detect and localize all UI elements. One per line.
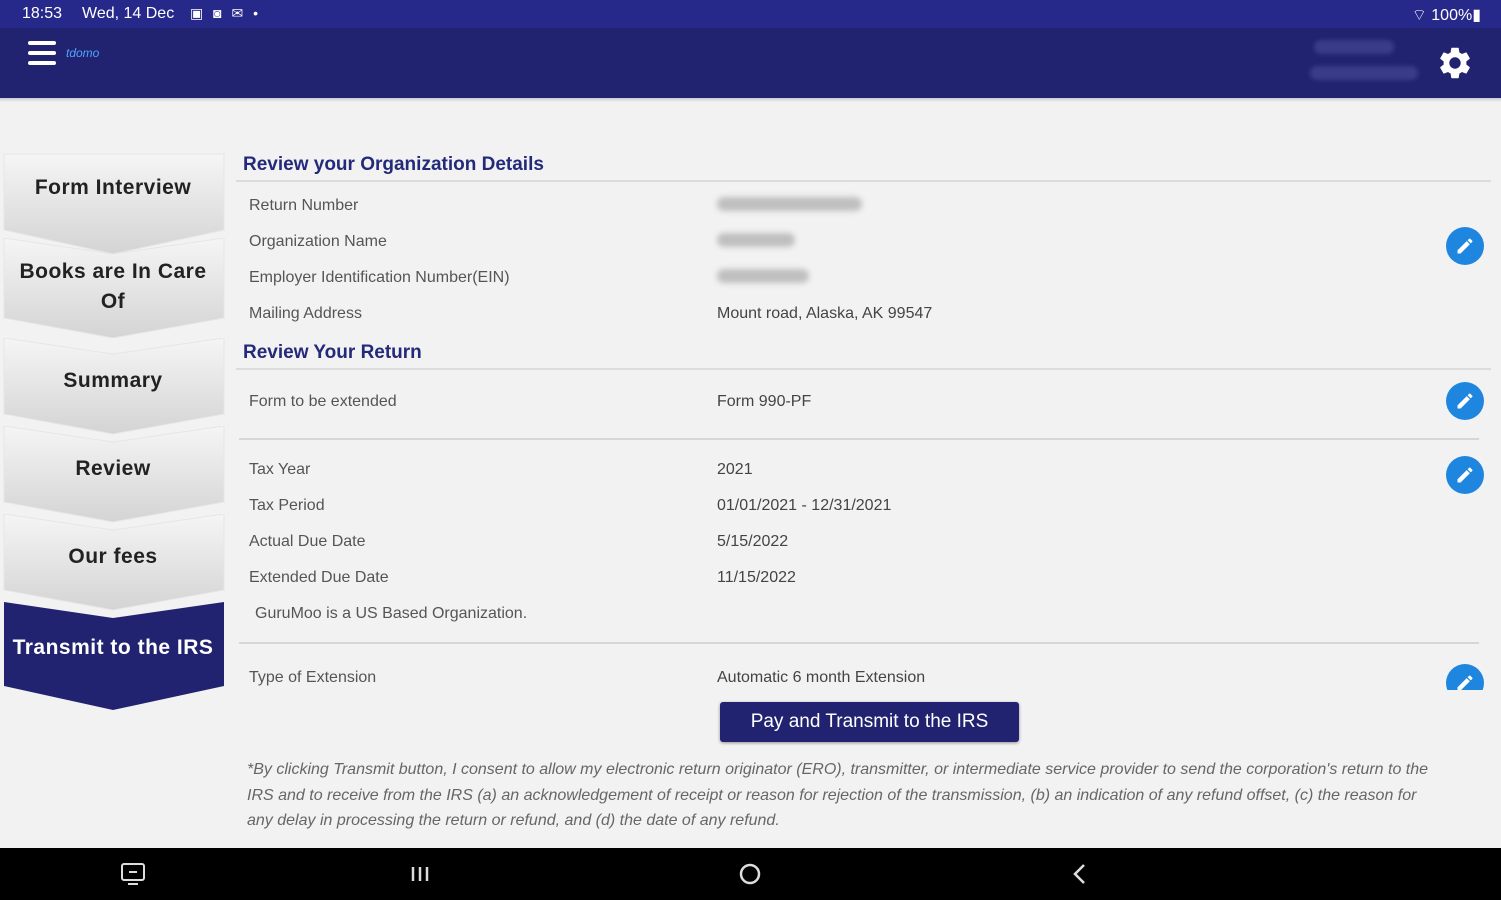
step-label: Review: [75, 457, 151, 480]
app-bar: tdomo: [0, 28, 1501, 98]
row-value: Form 990-PF: [717, 393, 812, 410]
home-icon[interactable]: [735, 860, 765, 888]
return-number-value-redacted: [717, 197, 862, 216]
row-actual-due-date: Actual Due Date 5/15/2022: [236, 524, 1491, 560]
header-shadow: [0, 98, 1501, 102]
recent-apps-icon[interactable]: [405, 860, 435, 888]
row-label: Tax Year: [249, 461, 311, 478]
org-row-ein: Employer Identification Number(EIN): [236, 260, 1491, 296]
step-transmit-to-irs[interactable]: Transmit to the IRS: [0, 602, 226, 710]
wizard-sidebar: Form Interview Books are In Care Of Summ…: [0, 150, 226, 710]
status-time: 18:53: [22, 5, 63, 22]
step-form-interview[interactable]: Form Interview: [0, 150, 226, 254]
row-label: Return Number: [249, 197, 359, 214]
row-label: Mailing Address: [249, 305, 362, 322]
row-type-of-extension: Type of Extension Automatic 6 month Exte…: [236, 660, 1491, 690]
edit-org-details-button[interactable]: [1446, 227, 1484, 265]
row-label: Type of Extension: [249, 669, 377, 686]
row-tax-period: Tax Period 01/01/2021 - 12/31/2021: [236, 488, 1491, 524]
step-review[interactable]: Review: [0, 426, 226, 523]
row-form-to-be-extended: Form to be extended Form 990-PF: [236, 384, 1491, 420]
step-label: Our fees: [68, 545, 158, 568]
step-summary[interactable]: Summary: [0, 338, 226, 435]
review-panel: Review your Organization Details Return …: [236, 150, 1491, 690]
row-extended-due-date: Extended Due Date 11/15/2022: [236, 560, 1491, 596]
pay-and-transmit-button[interactable]: Pay and Transmit to the IRS: [720, 702, 1019, 742]
step-label: Books are In Care Of: [19, 260, 207, 313]
organization-note: GuruMoo is a US Based Organization.: [236, 596, 1491, 632]
step-books-in-care-of[interactable]: Books are In Care Of: [0, 238, 226, 338]
notification-icons: ▣ ◙ ✉ •: [190, 5, 261, 21]
row-label: Tax Period: [249, 497, 325, 514]
step-label: Summary: [63, 369, 163, 392]
org-details-block: Return Number Organization Name Employer…: [236, 182, 1491, 338]
row-value: Mount road, Alaska, AK 99547: [717, 305, 933, 322]
hamburger-menu-icon[interactable]: [28, 41, 56, 69]
org-row-mailing-address: Mailing Address Mount road, Alaska, AK 9…: [236, 296, 1491, 332]
step-label: Transmit to the IRS: [12, 636, 214, 659]
app-logo: tdomo: [66, 46, 100, 60]
gear-icon[interactable]: [1436, 44, 1474, 82]
org-details-title: Review your Organization Details: [236, 150, 1491, 182]
org-row-return-number: Return Number: [236, 188, 1491, 224]
row-label: Organization Name: [249, 233, 387, 250]
form-block: Form to be extended Form 990-PF: [236, 370, 1491, 438]
row-value: 5/15/2022: [717, 533, 789, 550]
row-label: Form to be extended: [249, 393, 397, 410]
ein-value-redacted: [717, 269, 809, 288]
row-label: Actual Due Date: [249, 533, 366, 550]
review-return-title: Review Your Return: [236, 338, 1491, 370]
tax-block: Tax Year 2021 Tax Period 01/01/2021 - 12…: [236, 440, 1491, 642]
status-bar: 18:53 Wed, 14 Dec ▣ ◙ ✉ • ⌔ 100%▮: [0, 0, 1501, 28]
row-value: 01/01/2021 - 12/31/2021: [717, 497, 892, 514]
row-value: Automatic 6 month Extension: [717, 669, 926, 686]
org-row-organization-name: Organization Name: [236, 224, 1491, 260]
step-our-fees[interactable]: Our fees: [0, 514, 226, 611]
keyboard-toggle-icon[interactable]: [118, 860, 148, 888]
extension-block: Type of Extension Automatic 6 month Exte…: [236, 644, 1491, 690]
back-icon[interactable]: [1065, 860, 1095, 888]
row-label: Employer Identification Number(EIN): [249, 269, 510, 286]
edit-form-button[interactable]: [1446, 382, 1484, 420]
row-label: Extended Due Date: [249, 569, 389, 586]
note-text: GuruMoo is a US Based Organization.: [255, 605, 528, 622]
battery-wifi-status: ⌔ 100%▮: [1411, 7, 1481, 24]
step-label: Form Interview: [34, 176, 192, 199]
row-tax-year: Tax Year 2021: [236, 452, 1491, 488]
user-info-redacted: [1310, 40, 1420, 92]
row-value: 2021: [717, 461, 753, 478]
system-nav-bar: [0, 848, 1501, 900]
org-name-value-redacted: [717, 233, 795, 252]
row-value: 11/15/2022: [717, 569, 796, 586]
edit-tax-details-button[interactable]: [1446, 456, 1484, 494]
consent-disclaimer: *By clicking Transmit button, I consent …: [247, 761, 1429, 829]
status-date: Wed, 14 Dec: [82, 5, 175, 22]
